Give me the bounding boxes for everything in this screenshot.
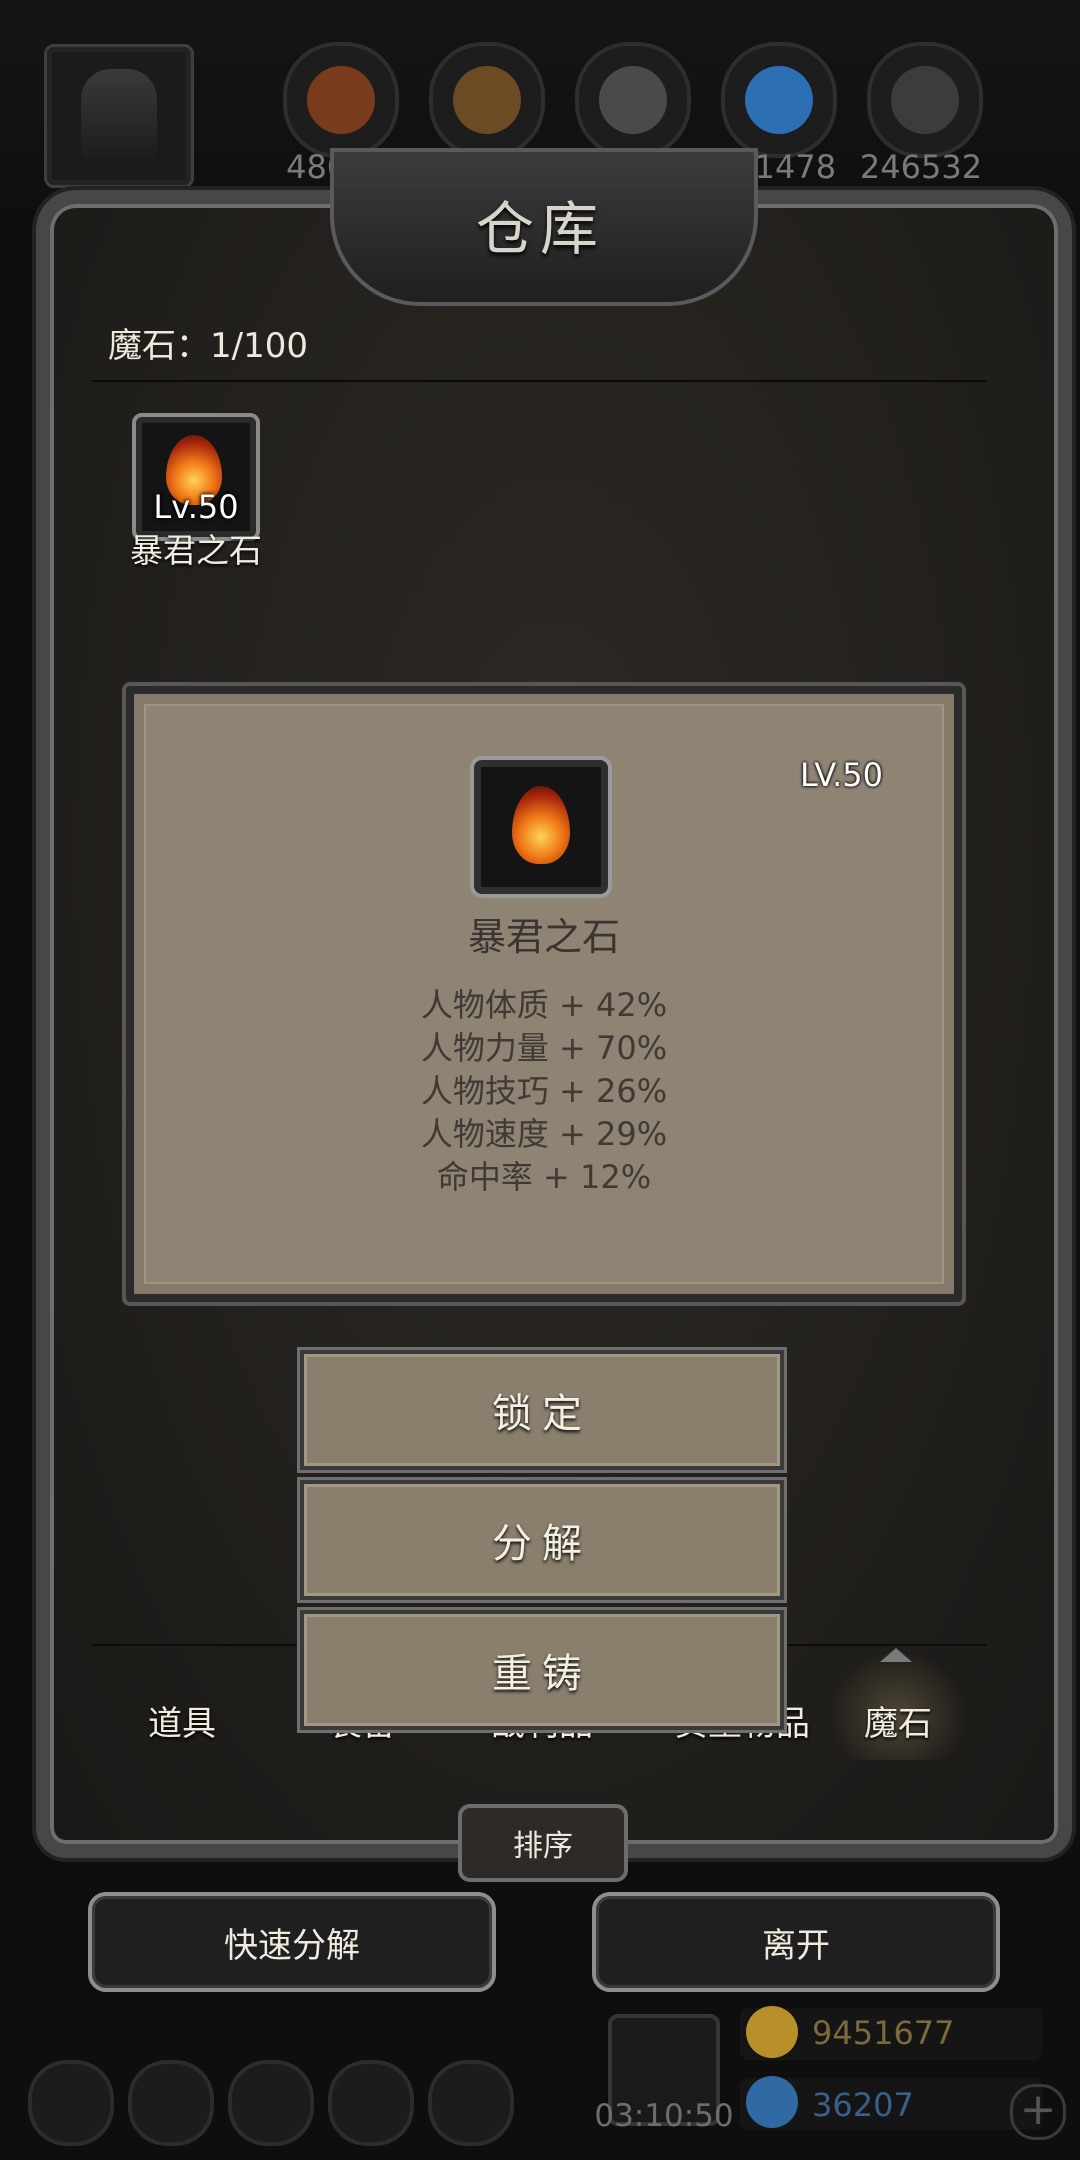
leave-button[interactable]: 离开: [592, 1892, 1000, 1992]
page-title: 仓库: [475, 195, 604, 263]
stat-line: 人物力量 + 70%: [420, 1029, 668, 1067]
sort-button-label: 排序: [513, 1829, 573, 1864]
tab-magic-stone[interactable]: 魔石: [818, 1696, 978, 1745]
detail-item-icon-frame: [470, 756, 612, 898]
lock-button-label: 锁定: [492, 1391, 592, 1437]
quick-decompose-label: 快速分解: [224, 1925, 360, 1966]
add-currency-icon[interactable]: +: [1010, 2084, 1066, 2140]
detail-item-name: 暴君之石: [467, 915, 620, 959]
recast-button-label: 重铸: [492, 1651, 592, 1697]
stat-line: 人物速度 + 29%: [420, 1115, 668, 1153]
iron-icon: [575, 42, 691, 158]
settings-icon[interactable]: [28, 2060, 114, 2146]
lock-button[interactable]: 锁定: [300, 1350, 784, 1470]
detail-level: LV.50: [800, 756, 883, 794]
stat-line: 人物技巧 + 26%: [420, 1072, 668, 1110]
stat-line: 人物体质 + 42%: [420, 986, 668, 1024]
stat-line: 命中率 + 12%: [436, 1158, 652, 1196]
recast-button[interactable]: 重铸: [300, 1610, 784, 1730]
resource-ore-value: 246532: [859, 148, 983, 186]
gem-value: 36207: [812, 2086, 914, 2124]
handshake-icon[interactable]: [428, 2060, 514, 2146]
player-avatar[interactable]: [44, 44, 194, 188]
divider: [92, 380, 987, 382]
mail-icon[interactable]: [328, 2060, 414, 2146]
sort-button[interactable]: 排序: [458, 1804, 628, 1882]
slot-item-name: 暴君之石: [130, 531, 262, 570]
crystal-icon: [721, 42, 837, 158]
helmet-icon: [81, 69, 157, 161]
inventory-count: 魔石：1/100: [108, 326, 308, 366]
gem-icon: [746, 2076, 798, 2128]
decompose-button[interactable]: 分解: [300, 1480, 784, 1600]
leave-label: 离开: [762, 1925, 830, 1966]
gold-value: 9451677: [812, 2014, 955, 2052]
ore-icon: [867, 42, 983, 158]
decompose-button-label: 分解: [492, 1521, 592, 1567]
flame-stone-icon: [512, 786, 570, 864]
tab-items[interactable]: 道具: [102, 1696, 262, 1745]
quick-decompose-button[interactable]: 快速分解: [88, 1892, 496, 1992]
slot-level: Lv.50: [153, 488, 239, 526]
wood-icon: [429, 42, 545, 158]
guild-icon[interactable]: [228, 2060, 314, 2146]
gift-timer: 03:10:50: [594, 2098, 734, 2134]
meat-icon: [283, 42, 399, 158]
stat-list: 人物体质 + 42% 人物力量 + 70% 人物技巧 + 26% 人物速度 + …: [126, 984, 962, 1199]
gold-coin-icon: [746, 2006, 798, 2058]
achievement-icon[interactable]: [128, 2060, 214, 2146]
active-tab-indicator: [880, 1648, 912, 1662]
